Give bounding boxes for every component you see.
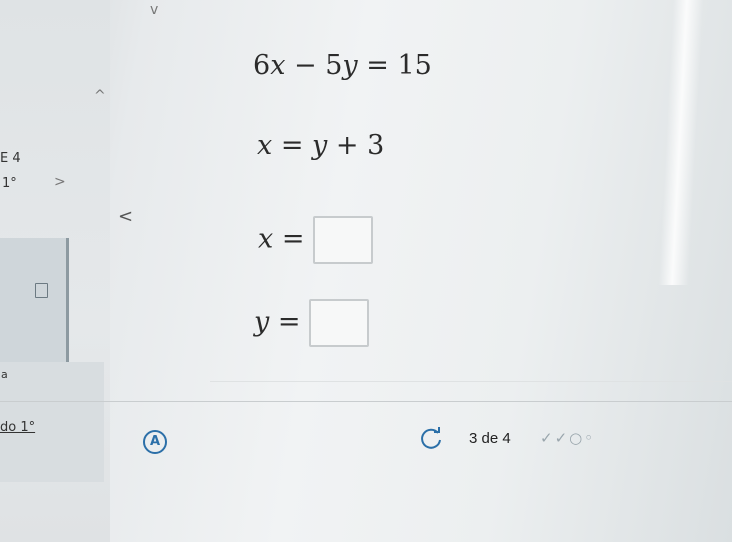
sidebar-label-e4: E 4 [0, 151, 21, 166]
answer-x-label: x [258, 223, 274, 255]
equation-2: x = y + 3 [257, 130, 385, 161]
help-icon[interactable]: A [143, 430, 167, 454]
screen-glare [658, 0, 704, 285]
sidebar-label-a: a [1, 368, 8, 381]
answer-y-row: y = [254, 299, 370, 347]
answer-y-label: y [254, 306, 270, 338]
progress-indicator: 3 de 4 [469, 430, 511, 447]
answer-y-input[interactable] [309, 299, 370, 347]
sidebar-link-do[interactable]: do 1° [0, 420, 35, 435]
chevron-down-icon[interactable]: v [150, 2, 158, 18]
question-status-icons: ✓✓○◦ [540, 429, 596, 447]
divider [0, 401, 732, 402]
answer-x-row: x = [258, 216, 374, 264]
divider-upper [210, 381, 732, 382]
equation-1: 6x − 5y = 15 [253, 50, 432, 81]
chevron-up-icon[interactable]: ^ [94, 88, 106, 104]
sidebar-label-1deg: 1° [2, 176, 17, 191]
document-icon[interactable] [35, 283, 48, 298]
left-card[interactable] [0, 238, 69, 362]
chevron-right-icon[interactable]: > [54, 174, 66, 190]
refresh-icon[interactable] [418, 426, 444, 452]
chevron-left-icon[interactable]: < [118, 206, 133, 227]
answer-x-input[interactable] [313, 216, 374, 264]
